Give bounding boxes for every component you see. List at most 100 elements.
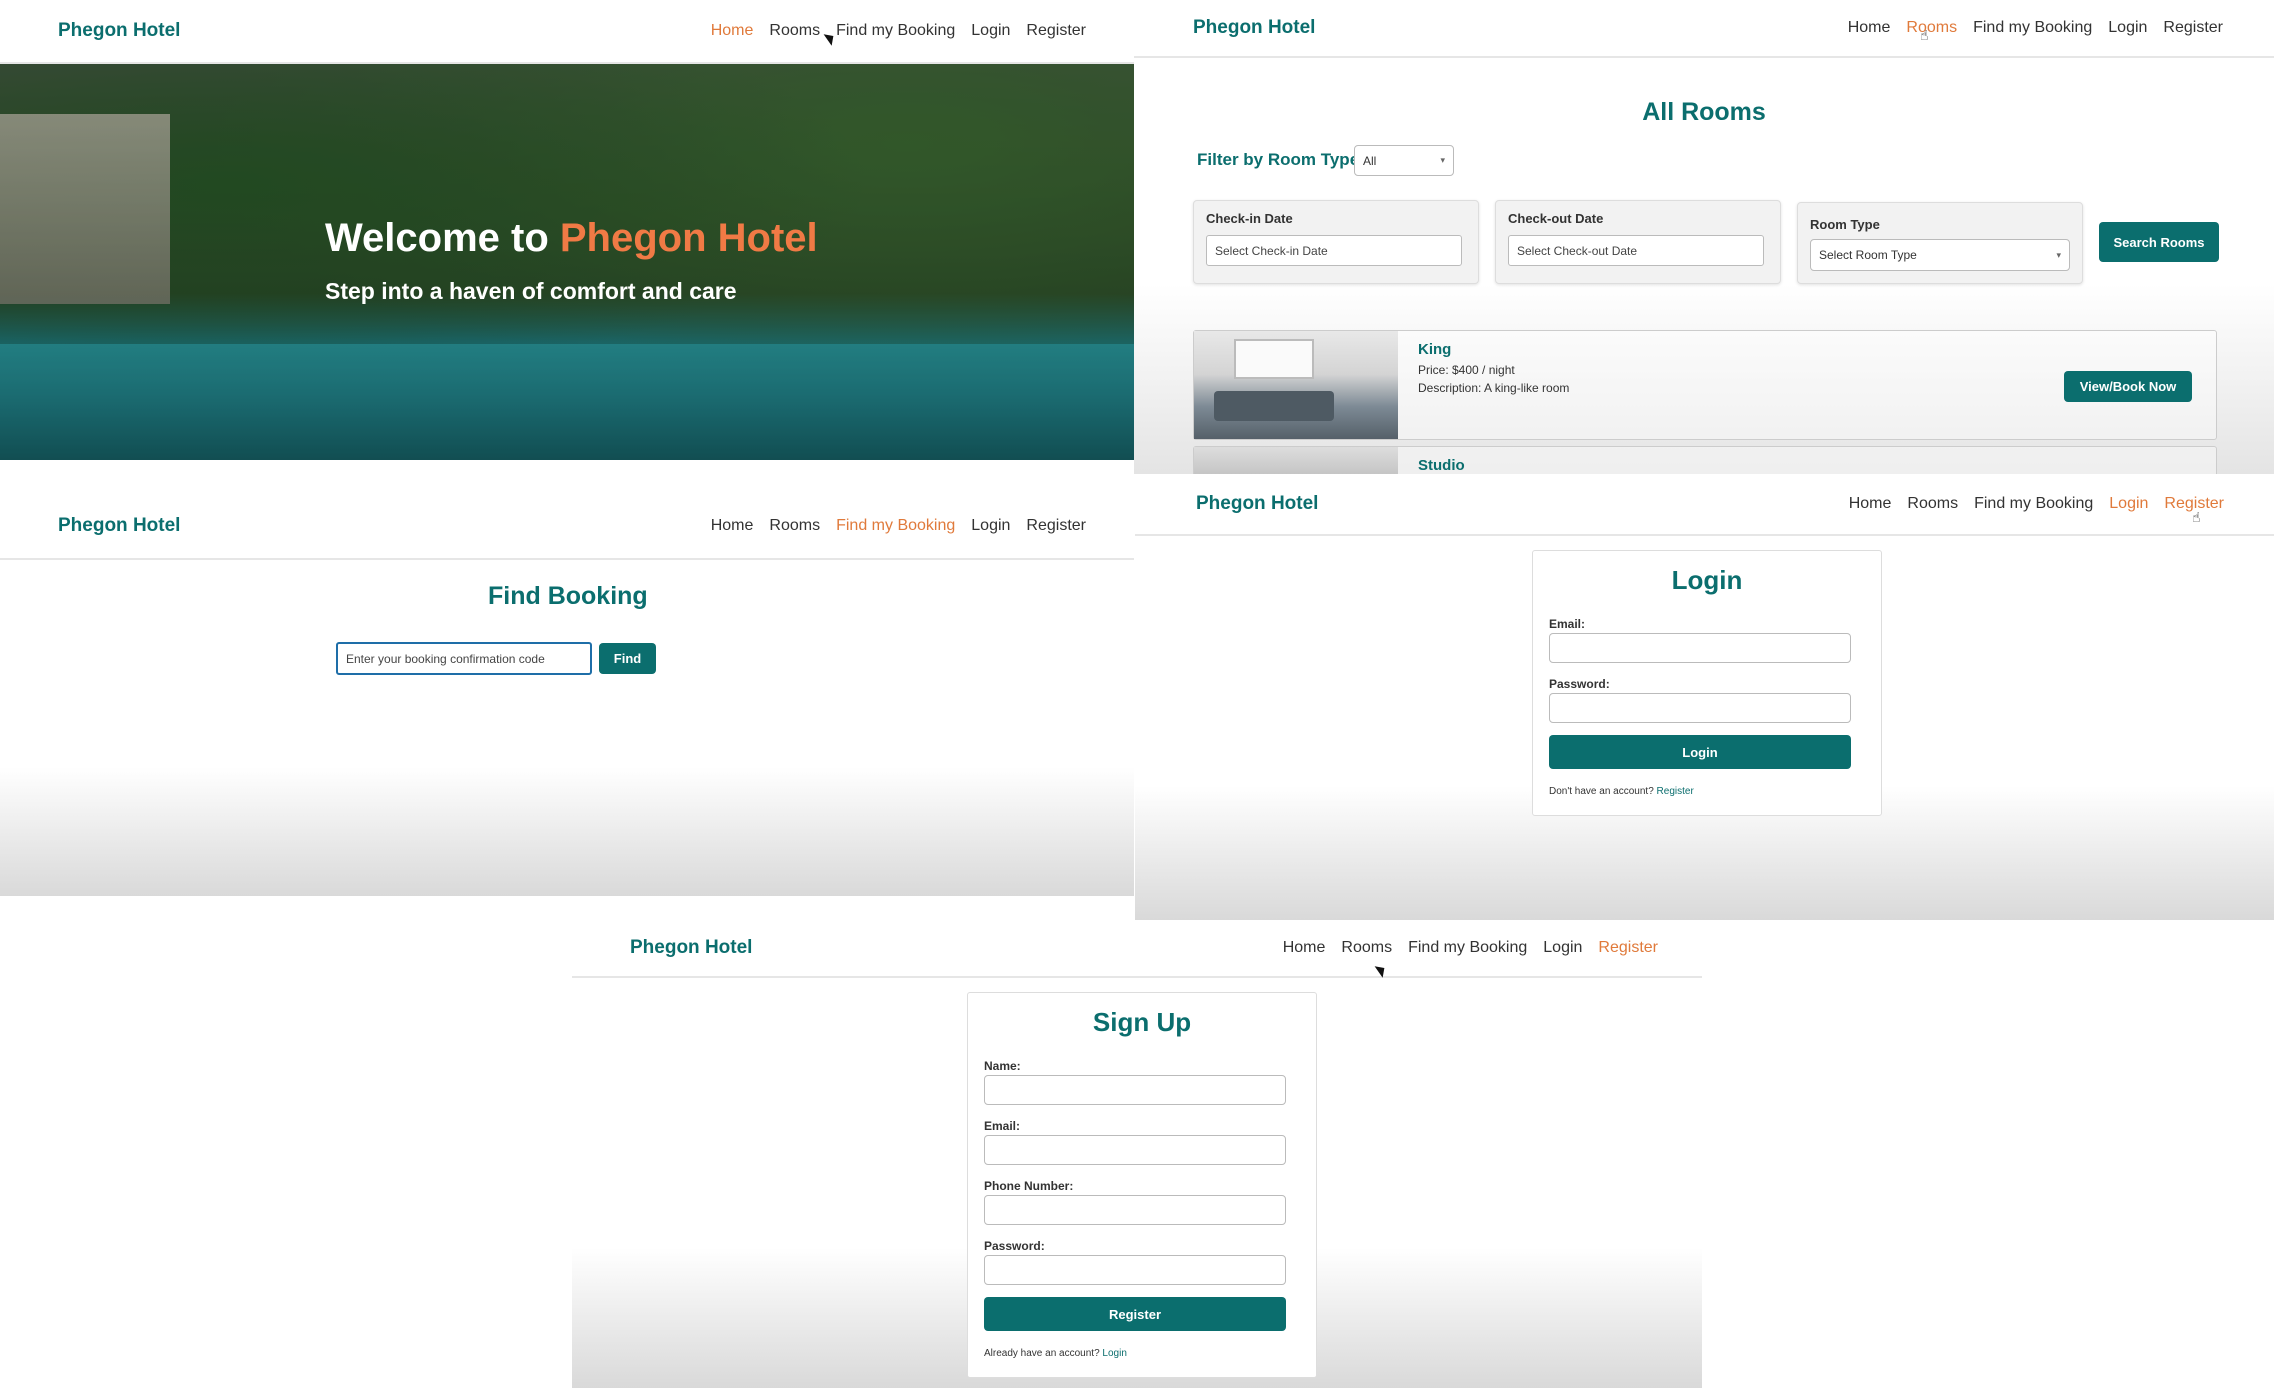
login-prompt-text: Already have an account?	[984, 1348, 1100, 1359]
booking-code-input[interactable]: Enter your booking confirmation code	[336, 642, 592, 675]
email-field[interactable]	[1549, 633, 1851, 663]
password-field[interactable]	[984, 1255, 1286, 1285]
nav-register[interactable]: Register	[1026, 517, 1086, 535]
nav-find-booking[interactable]: Find my Booking	[1974, 495, 2093, 513]
register-button[interactable]: Register	[984, 1297, 1286, 1331]
nav-login[interactable]: Login	[2108, 19, 2147, 37]
room-type-placeholder: Select Room Type	[1819, 248, 1917, 262]
room-image	[1194, 331, 1398, 439]
password-field[interactable]	[1549, 693, 1851, 723]
brand-logo[interactable]: Phegon Hotel	[1196, 493, 1318, 515]
nav-register[interactable]: Register	[2163, 19, 2223, 37]
nav-home[interactable]: Home	[1283, 939, 1326, 957]
hero-overlay	[0, 64, 1134, 460]
brand-logo[interactable]: Phegon Hotel	[58, 515, 180, 537]
nav-find-booking[interactable]: Find my Booking	[1408, 939, 1527, 957]
register-link[interactable]: Register	[1657, 786, 1694, 797]
nav-find-booking[interactable]: Find my Booking	[836, 517, 955, 535]
booking-code-placeholder: Enter your booking confirmation code	[346, 651, 545, 666]
nav-links: Home Rooms Find my Booking Login Registe…	[1849, 495, 2224, 513]
nav-rooms[interactable]: Rooms	[1906, 19, 1957, 37]
nav-login[interactable]: Login	[971, 22, 1010, 40]
pointer-hand-icon: ☝	[2192, 509, 2201, 525]
phone-label: Phone Number:	[984, 1179, 1074, 1193]
email-label: Email:	[1549, 617, 1586, 631]
navbar: Phegon Hotel Home Rooms Find my Booking …	[1135, 474, 2274, 536]
brand-logo[interactable]: Phegon Hotel	[58, 20, 180, 42]
form-title: Login	[1671, 565, 1743, 595]
checkout-input[interactable]: Select Check-out Date	[1508, 235, 1764, 266]
nav-links: Home Rooms Find my Booking Login Registe…	[711, 22, 1086, 40]
checkout-label: Check-out Date	[1508, 211, 1604, 226]
brand-logo[interactable]: Phegon Hotel	[630, 937, 752, 959]
room-name: Studio	[1418, 457, 1465, 474]
name-label: Name:	[984, 1059, 1021, 1073]
checkout-card: Check-out Date Select Check-out Date	[1495, 200, 1781, 284]
checkin-label: Check-in Date	[1206, 211, 1293, 226]
nav-find-booking[interactable]: Find my Booking	[836, 22, 955, 40]
room-type-card: Room Type Select Room Type ▾	[1797, 202, 2083, 284]
hero-title: Welcome to Phegon Hotel	[325, 216, 818, 261]
room-description: Description: A king-like room	[1418, 381, 1570, 395]
login-button[interactable]: Login	[1549, 735, 1851, 769]
nav-register[interactable]: Register	[1026, 22, 1086, 40]
room-price: Price: $400 / night	[1418, 363, 1515, 377]
nav-links: Home Rooms Find my Booking Login Registe…	[1848, 19, 2223, 37]
checkin-placeholder: Select Check-in Date	[1215, 243, 1328, 258]
navbar: Phegon Hotel Home Rooms Find my Booking …	[0, 0, 1134, 64]
nav-links: Home Rooms Find my Booking Login Registe…	[1283, 939, 1658, 957]
signup-card: Sign Up Name: Email: Phone Number: Passw…	[967, 992, 1317, 1378]
nav-home[interactable]: Home	[1849, 495, 1892, 513]
find-booking-screen: Phegon Hotel Home Rooms Find my Booking …	[0, 466, 1134, 896]
brand-logo[interactable]: Phegon Hotel	[1193, 17, 1315, 39]
view-book-button[interactable]: View/Book Now	[2064, 371, 2192, 402]
room-type-filter-select[interactable]: All ▾	[1354, 145, 1454, 176]
nav-login[interactable]: Login	[1543, 939, 1582, 957]
form-title: Sign Up	[1092, 1007, 1192, 1037]
chevron-down-icon: ▾	[1440, 155, 1445, 165]
room-card-king: King Price: $400 / night Description: A …	[1193, 330, 2217, 440]
nav-rooms[interactable]: Rooms	[1341, 939, 1392, 957]
nav-rooms[interactable]: Rooms	[769, 22, 820, 40]
login-prompt: Already have an account? Login	[984, 1348, 1127, 1359]
nav-find-booking[interactable]: Find my Booking	[1973, 19, 2092, 37]
nav-rooms[interactable]: Rooms	[769, 517, 820, 535]
password-label: Password:	[1549, 677, 1610, 691]
checkout-placeholder: Select Check-out Date	[1517, 243, 1638, 258]
name-field[interactable]	[984, 1075, 1286, 1105]
home-screen: Phegon Hotel Home Rooms Find my Booking …	[0, 0, 1134, 466]
signup-screen: Phegon Hotel Home Rooms Find my Booking …	[572, 920, 1702, 1388]
search-rooms-button[interactable]: Search Rooms	[2099, 222, 2219, 262]
nav-rooms[interactable]: Rooms	[1907, 495, 1958, 513]
navbar: Phegon Hotel Home Rooms Find my Booking …	[1134, 0, 2274, 58]
nav-home[interactable]: Home	[711, 517, 754, 535]
register-prompt: Don't have an account? Register	[1549, 786, 1694, 797]
nav-home[interactable]: Home	[1848, 19, 1891, 37]
checkin-input[interactable]: Select Check-in Date	[1206, 235, 1462, 266]
hero-subtitle: Step into a haven of comfort and care	[325, 278, 737, 304]
navbar: Phegon Hotel Home Rooms Find my Booking …	[572, 920, 1702, 978]
nav-register[interactable]: Register	[1598, 939, 1658, 957]
page-title: Find Booking	[488, 582, 648, 610]
find-button[interactable]: Find	[599, 643, 656, 674]
register-prompt-text: Don't have an account?	[1549, 786, 1654, 797]
hero-welcome-text: Welcome to	[325, 216, 549, 260]
nav-login[interactable]: Login	[2109, 495, 2148, 513]
room-image-sofa	[1214, 391, 1334, 421]
checkin-card: Check-in Date Select Check-in Date	[1193, 200, 1479, 284]
login-screen: Phegon Hotel Home Rooms Find my Booking …	[1135, 474, 2274, 920]
pointer-hand-icon: ☝	[1920, 27, 1929, 43]
phone-field[interactable]	[984, 1195, 1286, 1225]
email-field[interactable]	[984, 1135, 1286, 1165]
hero-hotel-name: Phegon Hotel	[559, 216, 818, 260]
page-title: All Rooms	[1642, 98, 1766, 126]
room-type-select[interactable]: Select Room Type ▾	[1810, 239, 2070, 271]
room-type-label: Room Type	[1810, 217, 1880, 232]
nav-home[interactable]: Home	[711, 22, 754, 40]
email-label: Email:	[984, 1119, 1021, 1133]
login-link[interactable]: Login	[1102, 1348, 1126, 1359]
nav-login[interactable]: Login	[971, 517, 1010, 535]
login-card: Login Email: Password: Login Don't have …	[1532, 550, 1882, 816]
room-card-studio: Studio	[1193, 446, 2217, 474]
filter-value: All	[1363, 153, 1377, 168]
